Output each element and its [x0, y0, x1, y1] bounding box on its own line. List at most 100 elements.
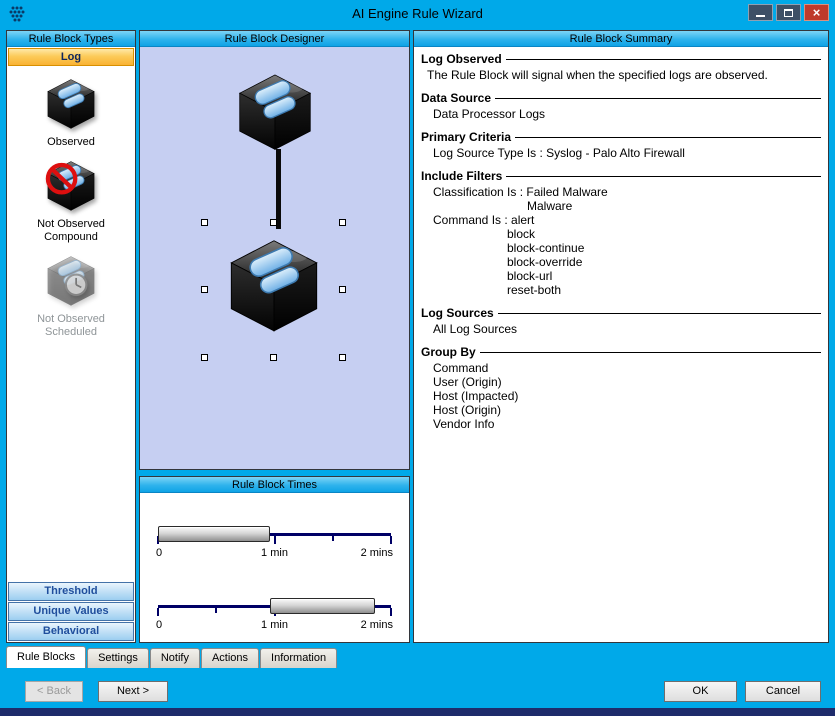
rule-block-types-panel: Rule Block Types Log Observed Not Observ… — [6, 30, 136, 643]
behavioral-category-button[interactable]: Behavioral — [8, 622, 134, 641]
section-divider-line — [506, 176, 821, 177]
summary-line: reset-both — [421, 283, 821, 297]
tick-mark — [332, 536, 334, 541]
tick-label: 2 mins — [361, 619, 393, 631]
summary-line: block-continue — [421, 241, 821, 255]
selection-handle[interactable] — [201, 286, 208, 293]
section-divider-line — [506, 59, 821, 60]
tick-label: 1 min — [261, 619, 288, 631]
tab-notify[interactable]: Notify — [150, 648, 200, 668]
next-button[interactable]: Next > — [98, 681, 168, 702]
summary-section: Include Filters Classification Is : Faile… — [421, 169, 821, 297]
summary-line: block — [421, 227, 821, 241]
window-bottom-border — [0, 708, 835, 716]
summary-section: Log Observed The Rule Block will signal w… — [421, 52, 821, 82]
slider-ruler — [158, 605, 391, 608]
section-divider-line — [498, 313, 821, 314]
title-bar[interactable]: AI Engine Rule Wizard × — [0, 0, 835, 28]
tick-mark — [274, 536, 276, 544]
rule-block-types-header: Rule Block Types — [7, 31, 135, 47]
designer-canvas[interactable] — [140, 47, 409, 469]
selection-handle[interactable] — [270, 219, 277, 226]
tick-mark — [215, 608, 217, 613]
rule-block-type-observed[interactable]: Observed — [7, 77, 135, 149]
unique-values-category-button[interactable]: Unique Values — [8, 602, 134, 621]
rule-block-type-label: Not Observed Scheduled — [37, 313, 105, 339]
not-observed-cube-icon — [43, 159, 99, 212]
summary-section-title: Primary Criteria — [421, 130, 511, 144]
designer-cube-top-icon[interactable] — [232, 71, 318, 152]
rule-block-times-panel: Rule Block Times 0 1 min 2 mins — [139, 476, 410, 643]
section-divider-line — [495, 98, 821, 99]
tab-rule-blocks[interactable]: Rule Blocks — [6, 646, 86, 668]
window-controls: × — [748, 4, 829, 21]
rule-block-type-label: Observed — [47, 136, 95, 149]
selection-handle[interactable] — [201, 219, 208, 226]
ok-button[interactable]: OK — [664, 681, 737, 702]
selection-handle[interactable] — [270, 354, 277, 361]
back-button[interactable]: < Back — [25, 681, 83, 702]
summary-line: Command — [421, 361, 821, 375]
summary-line: Data Processor Logs — [421, 107, 821, 121]
tab-settings[interactable]: Settings — [87, 648, 149, 668]
close-icon: × — [813, 5, 821, 20]
summary-section-title: Data Source — [421, 91, 491, 105]
tick-label: 0 — [156, 619, 162, 631]
rule-block-type-not-observed-compound[interactable]: Not Observed Compound — [7, 159, 135, 244]
time-slider-bar[interactable] — [270, 598, 375, 614]
section-divider-line — [480, 352, 821, 353]
observed-cube-icon — [43, 77, 99, 130]
rule-block-type-not-observed-scheduled[interactable]: Not Observed Scheduled — [7, 254, 135, 339]
summary-section-title: Include Filters — [421, 169, 502, 183]
log-category-button[interactable]: Log — [8, 48, 134, 66]
rule-block-designer-panel: Rule Block Designer — [139, 30, 410, 470]
summary-line: Host (Impacted) — [421, 389, 821, 403]
tick-label: 2 mins — [361, 547, 393, 559]
tick-label: 0 — [156, 547, 162, 559]
cancel-button[interactable]: Cancel — [745, 681, 821, 702]
window-title: AI Engine Rule Wizard — [0, 6, 835, 21]
rule-block-times-header: Rule Block Times — [140, 477, 409, 493]
selection-handle[interactable] — [339, 219, 346, 226]
rule-block-summary-header: Rule Block Summary — [414, 31, 828, 47]
rule-block-type-label: Not Observed Compound — [37, 218, 105, 244]
summary-line: Log Source Type Is : Syslog - Palo Alto … — [421, 146, 821, 160]
summary-section-title: Group By — [421, 345, 476, 359]
summary-sections: Log Observed The Rule Block will signal w… — [414, 47, 828, 445]
minimize-button[interactable] — [748, 4, 773, 21]
selection-handle[interactable] — [339, 354, 346, 361]
designer-cube-selected-icon[interactable] — [222, 236, 326, 334]
section-divider-line — [515, 137, 821, 138]
time-slider-1: 0 1 min 2 mins — [156, 499, 393, 571]
summary-line: Host (Origin) — [421, 403, 821, 417]
selection-box[interactable] — [204, 222, 343, 358]
rule-block-summary-panel: Rule Block Summary Log Observed The Rule … — [413, 30, 829, 643]
wizard-tab-strip: Rule Blocks Settings Notify Actions Info… — [6, 646, 338, 668]
selection-handle[interactable] — [339, 286, 346, 293]
threshold-category-button[interactable]: Threshold — [8, 582, 134, 601]
summary-line: Classification Is : Failed Malware — [421, 185, 821, 199]
left-panel-spacer — [7, 339, 135, 581]
summary-section-title: Log Sources — [421, 306, 494, 320]
tab-information[interactable]: Information — [260, 648, 337, 668]
scheduled-cube-icon — [43, 254, 99, 307]
close-button[interactable]: × — [804, 4, 829, 21]
slider-ruler — [158, 533, 391, 536]
summary-line: All Log Sources — [421, 322, 821, 336]
summary-section: Log Sources All Log Sources — [421, 306, 821, 336]
tab-actions[interactable]: Actions — [201, 648, 259, 668]
block-connector-line — [276, 149, 281, 229]
selection-handle[interactable] — [201, 354, 208, 361]
time-slider-2: 0 1 min 2 mins — [156, 571, 393, 643]
tick-label: 1 min — [261, 547, 288, 559]
tick-mark — [390, 536, 392, 544]
summary-line: The Rule Block will signal when the spec… — [421, 68, 821, 82]
summary-section: Primary Criteria Log Source Type Is : Sys… — [421, 130, 821, 160]
time-slider-bar[interactable] — [158, 526, 270, 542]
summary-line: Malware — [421, 199, 821, 213]
summary-line: Command Is : alert — [421, 213, 821, 227]
maximize-button[interactable] — [776, 4, 801, 21]
summary-section-title: Log Observed — [421, 52, 502, 66]
summary-section: Data Source Data Processor Logs — [421, 91, 821, 121]
summary-line: block-override — [421, 255, 821, 269]
